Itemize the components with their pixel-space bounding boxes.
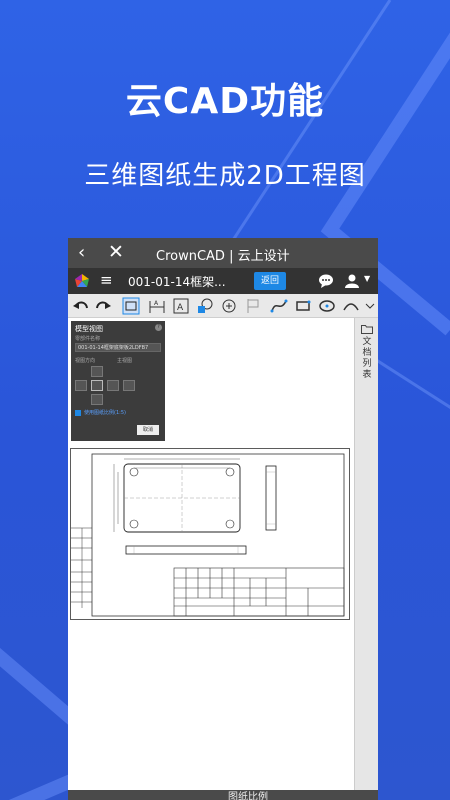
- panel-title: 模型视图: [75, 325, 103, 333]
- scale-checkbox-label: 使用图纸比例(1:5): [84, 410, 126, 416]
- promo-headline: 云CAD功能: [125, 81, 325, 122]
- view-front-button[interactable]: [91, 380, 103, 391]
- view-icon[interactable]: [122, 297, 140, 315]
- logo-icon: [75, 274, 89, 287]
- balloon-icon[interactable]: [196, 297, 214, 315]
- toolbar: A A: [68, 294, 378, 318]
- rectangle-icon[interactable]: [294, 297, 312, 315]
- chevron-left-icon[interactable]: ‹: [78, 242, 85, 263]
- orientation-label: 视图方向: [75, 358, 96, 364]
- user-icon[interactable]: [344, 273, 360, 289]
- chat-icon[interactable]: [318, 273, 334, 289]
- dimension-icon[interactable]: A: [148, 297, 166, 315]
- spline-icon[interactable]: [270, 297, 288, 315]
- app-bar: ≡ 001-01-14框架... 返回 ▼: [68, 268, 378, 294]
- annotation-icon[interactable]: A: [172, 297, 190, 315]
- window-title: CrownCAD | 云上设计: [156, 249, 290, 264]
- undo-icon[interactable]: [72, 297, 90, 315]
- document-list-panel[interactable]: 文档列表: [354, 318, 378, 790]
- svg-text:A: A: [154, 300, 159, 307]
- redo-icon[interactable]: [94, 297, 112, 315]
- drawing-sheet[interactable]: [70, 448, 350, 620]
- view-right-button[interactable]: [107, 380, 119, 391]
- view-left-button[interactable]: [75, 380, 87, 391]
- more-icon[interactable]: [364, 297, 376, 315]
- preset-label: 主视图: [117, 358, 133, 364]
- svg-text:A: A: [177, 303, 184, 313]
- folder-icon[interactable]: [361, 324, 373, 334]
- scale-checkbox[interactable]: [75, 410, 81, 416]
- return-button[interactable]: 返回: [254, 272, 286, 290]
- close-icon[interactable]: ✕: [108, 241, 124, 263]
- cancel-button[interactable]: 取消: [137, 425, 159, 435]
- flag-icon[interactable]: [244, 297, 262, 315]
- circle-icon[interactable]: [318, 297, 336, 315]
- sheet-scale-label[interactable]: 图纸比例: [228, 788, 268, 800]
- part-name-field[interactable]: 001-01-14框架底架板2LDFB7: [75, 343, 161, 352]
- help-icon[interactable]: ?: [155, 324, 162, 331]
- title-bar: ‹ ✕ CrownCAD | 云上设计: [68, 238, 378, 268]
- view-top-button[interactable]: [91, 366, 103, 377]
- view-bottom-button[interactable]: [91, 394, 103, 405]
- view-back-button[interactable]: [123, 380, 135, 391]
- promo-subline: 三维图纸生成2D工程图: [84, 161, 366, 191]
- arc-icon[interactable]: [342, 297, 360, 315]
- chevron-down-icon[interactable]: ▼: [364, 274, 370, 283]
- document-name[interactable]: 001-01-14框架...: [128, 273, 226, 290]
- center-mark-icon[interactable]: [220, 297, 238, 315]
- field-label: 零部件名称: [75, 336, 101, 342]
- model-view-panel: 模型视图 ? 零部件名称 001-01-14框架底架板2LDFB7 视图方向 主…: [71, 321, 165, 441]
- bottom-bar: 图纸比例: [68, 790, 378, 800]
- document-list-label: 文档列表: [362, 337, 372, 380]
- menu-icon[interactable]: ≡: [100, 271, 113, 289]
- app-window: ‹ ✕ CrownCAD | 云上设计 ≡ 001-01-14框架... 返回 …: [68, 238, 378, 800]
